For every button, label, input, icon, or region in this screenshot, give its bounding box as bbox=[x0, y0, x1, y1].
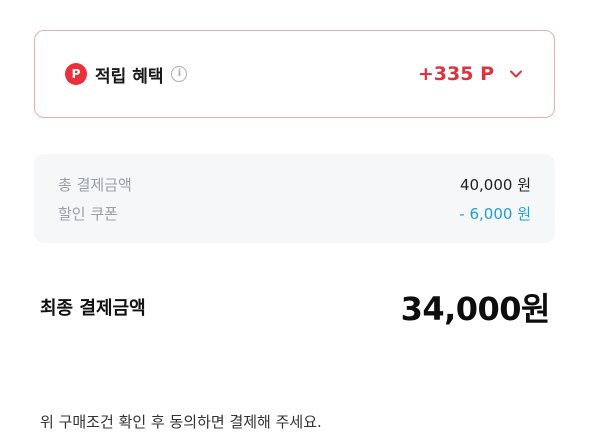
coupon-discount-label: 할인 쿠폰 bbox=[58, 205, 118, 223]
points-benefit-left: P 적립 혜택 i bbox=[65, 62, 188, 87]
final-amount-label: 최종 결제금액 bbox=[40, 298, 146, 319]
agreement-notice: 위 구매조건 확인 후 동의하면 결제해 주세요. bbox=[40, 413, 322, 431]
chevron-down-icon[interactable] bbox=[508, 66, 524, 82]
total-amount-label: 총 결제금액 bbox=[58, 176, 132, 194]
points-benefit-right[interactable]: +335 P bbox=[418, 63, 524, 85]
final-amount-row: 최종 결제금액 34,000원 bbox=[40, 282, 551, 332]
payment-summary: 총 결제금액 40,000 원 할인 쿠폰 - 6,000 원 bbox=[34, 154, 555, 243]
summary-row-total: 총 결제금액 40,000 원 bbox=[58, 170, 531, 199]
checkout-page: P 적립 혜택 i +335 P 총 결제금액 40,000 원 할인 쿠폰 -… bbox=[0, 0, 590, 443]
final-amount-value: 34,000원 bbox=[400, 290, 551, 328]
coupon-discount-value: - 6,000 원 bbox=[459, 205, 531, 223]
points-benefit-value: +335 P bbox=[417, 63, 494, 85]
total-amount-value: 40,000 원 bbox=[459, 176, 531, 194]
info-icon[interactable]: i bbox=[171, 66, 188, 82]
points-benefit-label: 적립 혜택 bbox=[95, 66, 164, 87]
points-benefit-card[interactable]: P 적립 혜택 i +335 P bbox=[34, 30, 555, 118]
point-badge-icon: P bbox=[65, 63, 87, 85]
summary-row-coupon: 할인 쿠폰 - 6,000 원 bbox=[58, 199, 531, 228]
